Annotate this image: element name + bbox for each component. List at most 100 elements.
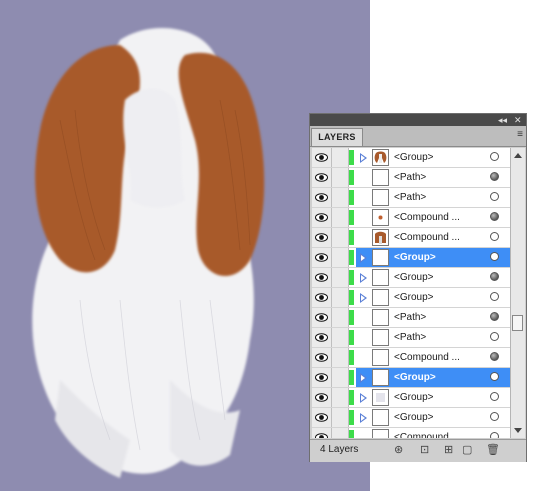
layer-row-main[interactable]: <Group> [356,288,510,307]
target-circle-icon[interactable] [490,312,499,321]
expand-triangle-icon[interactable] [360,293,367,303]
target-circle-icon[interactable] [490,292,499,301]
target-circle-icon[interactable] [490,432,499,438]
visibility-eye-icon[interactable] [312,208,332,227]
visibility-eye-icon[interactable] [312,428,332,438]
lock-toggle[interactable] [332,428,349,438]
tab-layers[interactable]: LAYERS [311,128,363,146]
visibility-eye-icon[interactable] [312,308,332,327]
target-circle-icon[interactable] [490,252,499,261]
expand-triangle-icon[interactable] [360,253,367,263]
layers-panel: ◂◂ ✕ LAYERS ≡ <Group> <Path> <Path> <Compou… [309,113,527,462]
scroll-up-arrow-icon[interactable] [514,153,522,158]
layer-row-main[interactable]: <Path> [356,168,510,187]
layer-row[interactable]: <Group> [312,268,510,288]
visibility-eye-icon[interactable] [312,168,332,187]
lock-toggle[interactable] [332,228,349,247]
layer-row[interactable]: <Group> [312,148,510,168]
new-sublayer-icon[interactable]: ⊞ [444,444,453,456]
lock-toggle[interactable] [332,268,349,287]
layer-row[interactable]: <Group> [312,388,510,408]
panel-titlebar[interactable]: ◂◂ ✕ [310,114,526,126]
visibility-eye-icon[interactable] [312,248,332,267]
visibility-eye-icon[interactable] [312,148,332,167]
visibility-eye-icon[interactable] [312,388,332,407]
target-circle-icon[interactable] [490,412,499,421]
target-circle-icon[interactable] [490,212,499,221]
lock-toggle[interactable] [332,248,349,267]
target-circle-icon[interactable] [490,152,499,161]
target-circle-icon[interactable] [490,272,499,281]
lock-toggle[interactable] [332,188,349,207]
layer-row-main[interactable]: <Group> [356,408,510,427]
lock-toggle[interactable] [332,288,349,307]
target-circle-icon[interactable] [490,392,499,401]
layer-row-main[interactable]: <Path> [356,308,510,327]
expand-triangle-icon[interactable] [360,153,367,163]
layer-row-main[interactable]: <Compound ... [356,208,510,227]
layer-row[interactable]: <Path> [312,188,510,208]
layer-row[interactable]: <Group> [312,368,510,388]
visibility-eye-icon[interactable] [312,188,332,207]
vertical-scrollbar[interactable] [510,148,525,438]
layer-row-main[interactable]: <Compound ... [356,348,510,367]
target-circle-icon[interactable] [490,232,499,241]
locate-object-icon[interactable]: ⊛ [394,444,403,456]
visibility-eye-icon[interactable] [312,368,332,387]
lock-toggle[interactable] [332,348,349,367]
layer-row-main[interactable]: <Compound ... [356,428,510,438]
collapse-panel-icon[interactable]: ◂◂ [498,114,507,126]
layer-thumbnail [372,269,389,286]
layer-row[interactable]: <Path> [312,308,510,328]
expand-triangle-icon[interactable] [360,373,367,383]
target-circle-icon[interactable] [490,332,499,341]
new-layer-icon[interactable]: ▢ [462,444,472,456]
lock-toggle[interactable] [332,408,349,427]
layers-list: <Group> <Path> <Path> <Compound ... <Compoun… [312,148,510,438]
expand-triangle-icon[interactable] [360,273,367,283]
layer-row[interactable]: <Compound ... [312,428,510,438]
layer-row[interactable]: <Compound ... [312,208,510,228]
target-circle-icon[interactable] [490,192,499,201]
delete-icon[interactable]: 🗑 [486,444,500,456]
layer-row-main[interactable]: <Compound ... [356,228,510,247]
lock-toggle[interactable] [332,148,349,167]
panel-menu-icon[interactable]: ≡ [517,129,523,141]
visibility-eye-icon[interactable] [312,348,332,367]
visibility-eye-icon[interactable] [312,268,332,287]
close-panel-icon[interactable]: ✕ [514,114,522,126]
make-clipping-mask-icon[interactable]: ⊡ [420,444,429,456]
target-circle-icon[interactable] [490,172,499,181]
expand-triangle-icon[interactable] [360,413,367,423]
lock-toggle[interactable] [332,368,349,387]
expand-triangle-icon[interactable] [360,393,367,403]
scroll-thumb[interactable] [512,315,523,331]
target-circle-icon[interactable] [490,372,499,381]
lock-toggle[interactable] [332,208,349,227]
layer-row[interactable]: <Path> [312,328,510,348]
visibility-eye-icon[interactable] [312,228,332,247]
layer-row[interactable]: <Compound ... [312,348,510,368]
layer-row-main[interactable]: <Group> [356,388,510,407]
layer-row[interactable]: <Path> [312,168,510,188]
visibility-eye-icon[interactable] [312,288,332,307]
visibility-eye-icon[interactable] [312,408,332,427]
layer-row-main[interactable]: <Group> [356,148,510,167]
lock-toggle[interactable] [332,388,349,407]
visibility-eye-icon[interactable] [312,328,332,347]
target-circle-icon[interactable] [490,352,499,361]
layer-row-main[interactable]: <Group> [356,268,510,287]
layer-row-main[interactable]: <Path> [356,328,510,347]
layer-row[interactable]: <Group> [312,288,510,308]
layer-row-main[interactable]: <Path> [356,188,510,207]
layer-row-main[interactable]: <Group> [356,368,510,387]
layer-row-main[interactable]: <Group> [356,248,510,267]
layer-color-swatch [349,190,354,205]
layer-row[interactable]: <Group> [312,248,510,268]
scroll-down-arrow-icon[interactable] [514,428,522,433]
layer-row[interactable]: <Compound ... [312,228,510,248]
lock-toggle[interactable] [332,308,349,327]
lock-toggle[interactable] [332,328,349,347]
layer-row[interactable]: <Group> [312,408,510,428]
lock-toggle[interactable] [332,168,349,187]
